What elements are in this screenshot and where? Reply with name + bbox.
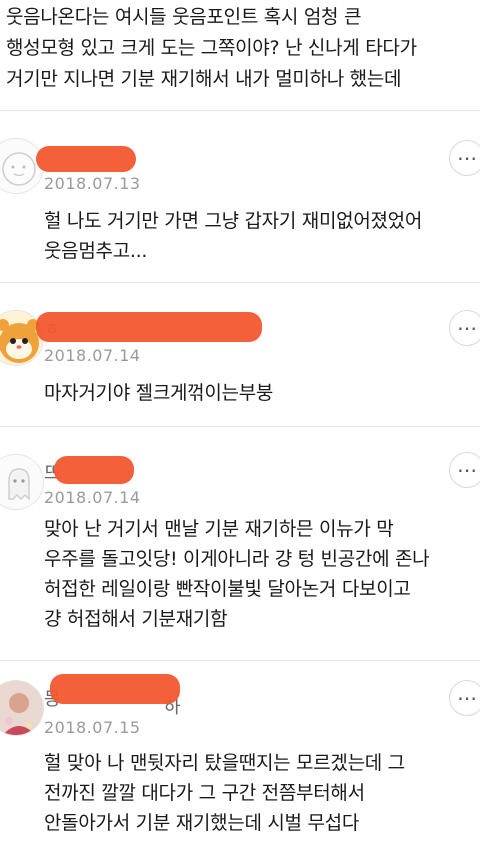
divider xyxy=(0,426,480,427)
post-line: 웃음나온다는 여시들 웃음포인트 혹시 엄청 큰 xyxy=(6,6,362,28)
comment-line: 우주를 돌고잇당! 이게아니라 걍 텅 빈공간에 존나 xyxy=(44,548,430,570)
avatar[interactable] xyxy=(0,680,44,736)
more-icon: ⋯ xyxy=(457,686,477,710)
comment-line: 걍 허접해서 기분재기함 xyxy=(44,608,228,630)
comment-date: 2018.07.15 xyxy=(44,718,141,737)
divider xyxy=(0,660,480,661)
divider xyxy=(0,282,480,283)
more-options-button[interactable]: ⋯ xyxy=(449,310,480,346)
comment-line: 마자거기야 젤크게꺾이는부붕 xyxy=(44,382,274,404)
photo-avatar-icon xyxy=(0,681,43,735)
more-options-button[interactable]: ⋯ xyxy=(449,140,480,176)
more-options-button[interactable]: ⋯ xyxy=(449,452,480,488)
divider xyxy=(0,110,480,111)
comment-line: 허접한 레일이랑 빤작이불빛 달아논거 다보이고 xyxy=(44,578,411,600)
comment-text: 마자거기야 젤크게꺾이는부붕 xyxy=(44,378,474,408)
author-name-redacted xyxy=(36,312,262,342)
post-line: 행성모형 있고 크게 도는 그쪽이야? 난 신나게 타다가 xyxy=(6,37,417,59)
more-options-button[interactable]: ⋯ xyxy=(449,680,480,716)
avatar[interactable] xyxy=(0,454,44,510)
more-icon: ⋯ xyxy=(457,146,477,170)
post-body: 웃음나온다는 여시들 웃음포인트 혹시 엄청 큰 행성모형 있고 크게 도는 그… xyxy=(6,2,476,95)
author-name-redacted xyxy=(54,456,134,484)
comment-line: 맞아 난 거기서 맨날 기분 재기하믄 이뉴가 막 xyxy=(44,518,394,540)
comment-line: 헐 맞아 나 맨뒷자리 탔을땐지는 모르겠는데 그 xyxy=(44,752,405,774)
more-icon: ⋯ xyxy=(457,458,477,482)
author-name-redacted xyxy=(50,674,180,704)
comment-text: 헐 나도 거기만 가면 그냥 갑자기 재미없어졌었어 웃음멈추고... xyxy=(44,206,474,266)
author-name-redacted xyxy=(36,146,136,172)
comment-line: 전까진 깔깔 대다가 그 구간 전쯤부터해서 xyxy=(44,782,365,804)
comment-date: 2018.07.13 xyxy=(44,174,141,193)
comment-line: 안돌아가서 기분 재기했는데 시벌 무섭다 xyxy=(44,812,360,834)
comment-line: 헐 나도 거기만 가면 그냥 갑자기 재미없어졌었어 xyxy=(44,210,423,232)
comment-date: 2018.07.14 xyxy=(44,488,141,507)
ghost-avatar-icon xyxy=(0,455,43,509)
comment-text: 헐 맞아 나 맨뒷자리 탔을땐지는 모르겠는데 그 전까진 깔깔 대다가 그 구… xyxy=(44,748,474,838)
comment-line: 웃음멈추고... xyxy=(44,240,148,262)
comment-text: 맞아 난 거기서 맨날 기분 재기하믄 이뉴가 막 우주를 돌고잇당! 이게아니… xyxy=(44,514,474,634)
post-line: 거기만 지나면 기분 재기해서 내가 멀미하나 했는데 xyxy=(6,68,402,90)
comment-date: 2018.07.14 xyxy=(44,346,141,365)
more-icon: ⋯ xyxy=(457,316,477,340)
